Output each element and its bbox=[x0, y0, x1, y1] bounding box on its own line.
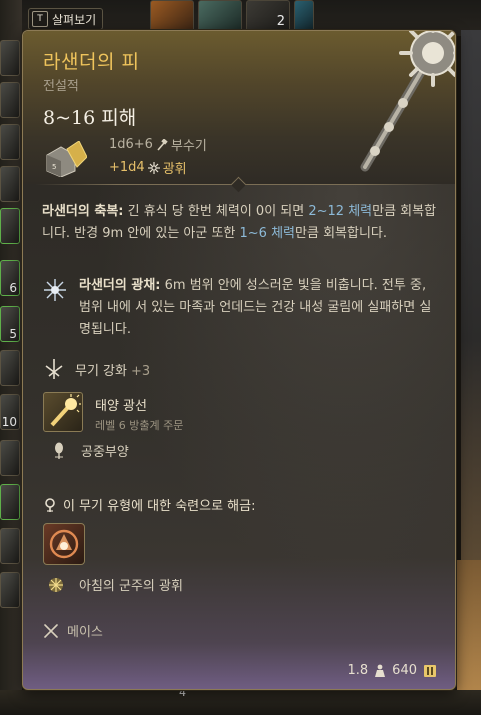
weight-icon bbox=[375, 664, 386, 677]
top-slot-4[interactable] bbox=[294, 0, 314, 32]
crossed-maces-icon bbox=[44, 623, 58, 638]
left-slot[interactable] bbox=[0, 82, 20, 118]
left-slot[interactable] bbox=[0, 166, 20, 202]
left-slot[interactable]: 10 bbox=[0, 394, 20, 430]
enchantment-value: +3 bbox=[130, 363, 151, 379]
proficiency-action-name: 아침의 군주의 광휘 bbox=[79, 579, 183, 594]
proficiency-action-row: 아침의 군주의 광휘 bbox=[47, 575, 183, 594]
slot-number: 5 bbox=[9, 327, 17, 341]
radiance-title: 라샌더의 광채: bbox=[79, 278, 161, 293]
left-slot[interactable] bbox=[0, 440, 20, 476]
sun-spell-icon[interactable] bbox=[43, 392, 83, 432]
weapon-type-row: 메이스 bbox=[43, 621, 103, 640]
enchantment-label: 무기 강화 bbox=[75, 363, 127, 379]
item-price: 640 bbox=[392, 663, 417, 678]
item-tooltip: 라샌더의 피 전설적 8~16 피해 5 1d6+6 부수기 +1d4 광휘 라… bbox=[22, 30, 456, 690]
damage-dice-row: 1d6+6 부수기 bbox=[109, 135, 207, 154]
left-slot[interactable] bbox=[0, 40, 20, 76]
radiance-burst-icon bbox=[44, 279, 66, 301]
bottom-bar bbox=[0, 690, 481, 715]
blessing-text: 만큼 회복합니다. bbox=[295, 226, 388, 241]
left-slot[interactable] bbox=[0, 350, 20, 386]
proficiency-title-row: 이 무기 유형에 대한 숙련으로 해금: bbox=[43, 495, 255, 514]
blessing-description: 라샌더의 축복: 긴 휴식 당 한번 체력이 0이 되면 2~12 체력만큼 회… bbox=[42, 201, 440, 245]
top-slot-1[interactable] bbox=[150, 0, 194, 32]
radiant-icon bbox=[147, 161, 160, 174]
enchant-icon bbox=[45, 359, 63, 379]
sunbeam-glyph bbox=[50, 394, 81, 427]
slot-number: 6 bbox=[9, 281, 17, 295]
damage-dice: 1d6+6 bbox=[109, 137, 153, 152]
proficiency-action-icon[interactable] bbox=[43, 523, 85, 565]
weapon-type-label: 메이스 bbox=[67, 625, 103, 640]
spell-name: 태양 광선 bbox=[95, 399, 147, 414]
property-row: 공중부양 bbox=[51, 441, 129, 460]
left-slot[interactable]: 6 bbox=[0, 260, 20, 296]
proficiency-unlock-text: 이 무기 유형에 대한 숙련으로 해금: bbox=[63, 499, 256, 514]
item-weight: 1.8 bbox=[347, 663, 369, 678]
blessing-ally-heal-amount: 1~6 체력 bbox=[239, 226, 296, 241]
blessing-heal-amount: 2~12 체력 bbox=[308, 204, 373, 219]
item-rarity: 전설적 bbox=[43, 79, 79, 94]
bonus-type: 광휘 bbox=[162, 162, 187, 177]
left-slot[interactable] bbox=[0, 484, 20, 520]
browse-key: T bbox=[32, 11, 48, 27]
slot-number: 10 bbox=[1, 415, 17, 429]
item-name: 라샌더의 피 bbox=[43, 51, 140, 73]
radiance-description: 라샌더의 광채: 6m 범위 안에 성스러운 빛을 비춥니다. 전투 중, 범위… bbox=[79, 275, 441, 341]
blessing-text: 긴 휴식 당 한번 체력이 0이 되면 bbox=[123, 204, 309, 219]
browse-label: 살펴보기 bbox=[52, 12, 97, 27]
svg-text:5: 5 bbox=[52, 163, 56, 171]
right-panel-wood bbox=[457, 560, 481, 700]
left-slot[interactable] bbox=[0, 572, 20, 608]
hammer-icon bbox=[157, 138, 168, 151]
bonus-dice: +1d4 bbox=[109, 160, 145, 175]
slot-count: 2 bbox=[276, 14, 285, 29]
left-hotbar: 6 5 10 bbox=[0, 0, 22, 715]
dice-icon: 5 bbox=[46, 141, 87, 177]
proficiency-lock-icon bbox=[45, 497, 55, 512]
item-footer: 1.8 640 bbox=[347, 663, 437, 678]
blessing-title: 라샌더의 축복: bbox=[42, 204, 124, 219]
spell-detail: 레벨 6 방출계 주문 bbox=[95, 419, 184, 432]
left-slot[interactable] bbox=[0, 208, 20, 244]
right-panel-edge bbox=[461, 30, 481, 650]
left-slot[interactable] bbox=[0, 528, 20, 564]
left-slot[interactable]: 5 bbox=[0, 306, 20, 342]
property-label: 공중부양 bbox=[81, 445, 129, 460]
mace-artwork-icon bbox=[360, 31, 455, 172]
bonus-damage-row: +1d4 광휘 bbox=[109, 158, 187, 177]
top-slot-2[interactable] bbox=[198, 0, 242, 32]
left-slot[interactable] bbox=[0, 124, 20, 160]
enchantment-row: 무기 강화 +3 bbox=[43, 358, 150, 380]
damage-type: 부수기 bbox=[170, 139, 207, 154]
item-damage: 8~16 피해 bbox=[43, 107, 137, 129]
coin-icon bbox=[424, 664, 436, 677]
sunburst-icon bbox=[49, 577, 63, 592]
proficiency-action-glyph bbox=[49, 529, 79, 559]
feather-icon bbox=[55, 442, 63, 459]
top-slot-3[interactable]: 2 bbox=[246, 0, 290, 32]
browse-button[interactable]: T 살펴보기 bbox=[28, 8, 104, 30]
